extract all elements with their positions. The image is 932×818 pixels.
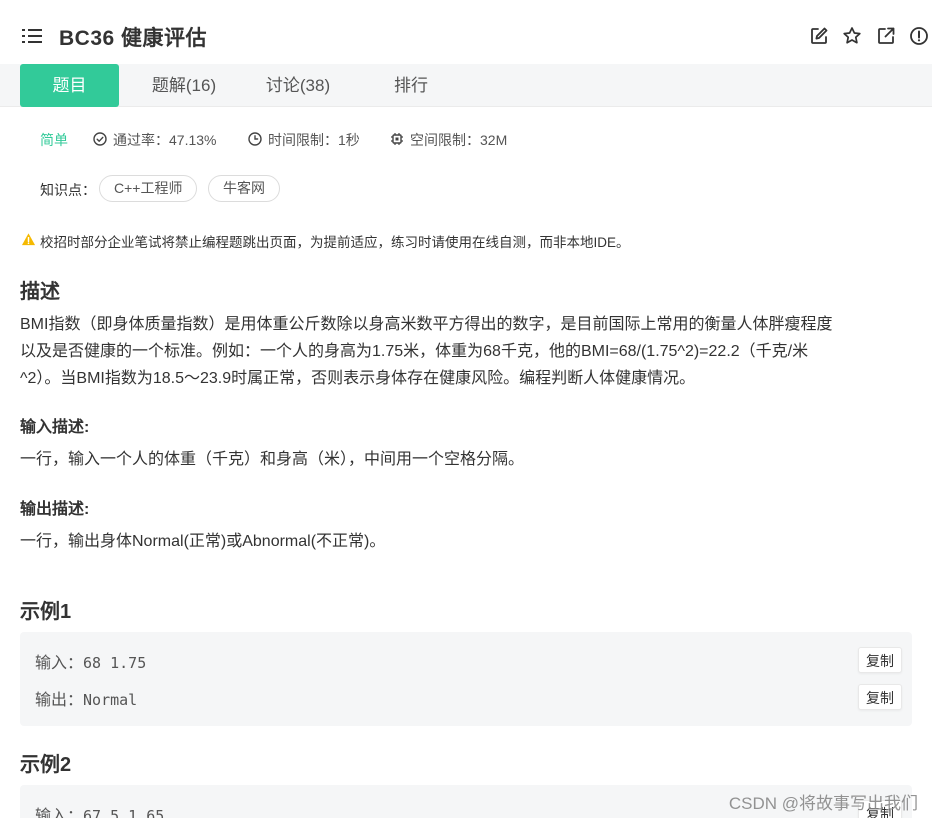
description-line: 以及是否健康的一个标准。例如：一个人的身高为1.75米，体重为68千克，他的BM… xyxy=(20,343,809,360)
menu-list-icon[interactable] xyxy=(22,28,42,44)
problem-header: BC36 健康评估 xyxy=(0,0,932,64)
copy-input-button[interactable]: 复制 xyxy=(858,647,902,673)
knowledge-label: 知识点： xyxy=(40,182,96,198)
example-1-heading: 示例1 xyxy=(20,601,72,623)
memory-limit: 空间限制：32M xyxy=(390,130,507,150)
difficulty-badge: 简单 xyxy=(40,130,68,150)
output-value: Normal xyxy=(83,691,138,709)
input-label: 输入： xyxy=(35,655,84,672)
tag-cpp-engineer[interactable]: C++工程师 xyxy=(99,175,198,202)
description-heading: 描述 xyxy=(20,281,60,303)
report-alert-icon[interactable] xyxy=(909,26,929,46)
tab-bar: 题目 题解(16) 讨论(38) 排行 xyxy=(0,64,932,107)
chip-icon xyxy=(390,132,410,149)
input-value: 67.5 1.65 xyxy=(83,807,165,818)
example-1-box: 输入：68 1.75 复制 输出：Normal 复制 xyxy=(20,632,912,726)
difficulty-label: 简单 xyxy=(40,132,68,148)
tab-solutions[interactable]: 题解(16) xyxy=(136,64,232,107)
star-icon[interactable] xyxy=(842,26,862,46)
example-2-input: 输入：67.5 1.65 xyxy=(35,802,164,818)
check-circle-icon xyxy=(93,131,113,149)
notice-banner: 校招时部分企业笔试将禁止编程题跳出页面，为提前适应，练习时请使用在线自测，而非本… xyxy=(21,231,630,251)
time-limit-text: 时间限制：1秒 xyxy=(268,132,360,148)
example-1-output: 输出：Normal xyxy=(35,686,137,710)
notice-text: 校招时部分企业笔试将禁止编程题跳出页面，为提前适应，练习时请使用在线自测，而非本… xyxy=(40,235,630,250)
output-description-heading: 输出描述: xyxy=(20,501,90,518)
tab-discussion[interactable]: 讨论(38) xyxy=(250,64,346,107)
tab-ranking[interactable]: 排行 xyxy=(366,64,456,107)
clock-icon xyxy=(248,131,268,149)
pass-rate-text: 通过率：47.13% xyxy=(113,132,217,148)
warning-icon xyxy=(21,232,40,250)
input-label: 输入： xyxy=(35,808,84,818)
copy-output-button[interactable]: 复制 xyxy=(858,684,902,710)
share-external-icon[interactable] xyxy=(876,26,896,46)
tab-problem[interactable]: 题目 xyxy=(20,64,119,107)
description-line: BMI指数（即身体质量指数）是用体重公斤数除以身高米数平方得出的数字，是目前国际… xyxy=(20,316,833,333)
memory-limit-text: 空间限制：32M xyxy=(410,132,508,148)
input-value: 68 1.75 xyxy=(83,654,147,672)
description-line: ^2）。当BMI指数为18.5～23.9时属正常，否则表示身体存在健康风险。编程… xyxy=(20,370,696,387)
edit-icon[interactable] xyxy=(809,26,829,46)
pass-rate: 通过率：47.13% xyxy=(93,130,216,150)
output-label: 输出： xyxy=(35,692,84,709)
time-limit: 时间限制：1秒 xyxy=(248,130,360,150)
description-body: BMI指数（即身体质量指数）是用体重公斤数除以身高米数平方得出的数字，是目前国际… xyxy=(20,311,910,392)
input-description-heading: 输入描述: xyxy=(20,419,90,436)
tag-nowcoder[interactable]: 牛客网 xyxy=(208,175,280,202)
example-2-heading: 示例2 xyxy=(20,754,72,776)
example-1-input: 输入：68 1.75 xyxy=(35,649,146,673)
page-title: BC36 健康评估 xyxy=(59,27,208,50)
input-description-text: 一行，输入一个人的体重（千克）和身高（米），中间用一个空格分隔。 xyxy=(20,451,525,468)
output-description-text: 一行，输出身体Normal(正常)或Abnormal(不正常)。 xyxy=(20,533,386,550)
watermark: CSDN @将故事写出我们 xyxy=(728,794,918,813)
